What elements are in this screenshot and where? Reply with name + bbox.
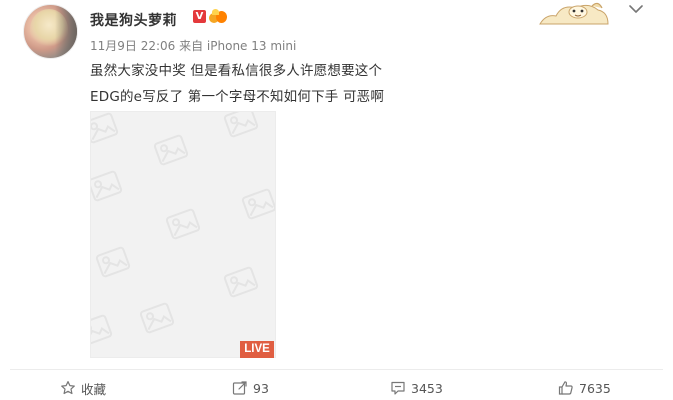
chevron-down-icon[interactable] [628,3,644,15]
thumbs-up-icon [558,381,573,395]
favorite-label: 收藏 [81,381,107,397]
post-meta[interactable]: 11月9日 22:06 来自 iPhone 13 mini [90,37,296,54]
post-text-line-1: 虽然大家没中奖 但是看私信很多人许愿想要这个 [90,63,383,79]
repost-button[interactable]: 93 [232,376,269,400]
post-text-line-2: EDG的e写反了 第一个字母不知如何下手 可恶啊 [90,89,385,105]
live-badge: LIVE [240,341,274,358]
comment-count: 3453 [411,380,443,396]
divider [10,369,663,370]
action-bar: 收藏 93 3453 7635 [0,376,673,400]
verified-badge: V [193,10,206,23]
post-media[interactable] [90,111,276,358]
username-link[interactable]: 我是狗头萝莉 [90,10,177,30]
avatar-shade [55,5,77,58]
like-button[interactable]: 7635 [558,376,611,400]
image-placeholder-watermark [91,112,275,347]
star-icon [61,381,75,395]
sticker-icon [539,2,609,25]
user-avatar[interactable] [23,4,78,59]
favorite-button[interactable]: 收藏 [60,376,106,400]
repost-count: 93 [253,380,269,396]
level-badge-icon [208,9,228,25]
comment-icon [391,381,405,395]
comment-button[interactable]: 3453 [390,376,443,400]
like-count: 7635 [579,380,611,396]
repost-icon [232,381,247,395]
